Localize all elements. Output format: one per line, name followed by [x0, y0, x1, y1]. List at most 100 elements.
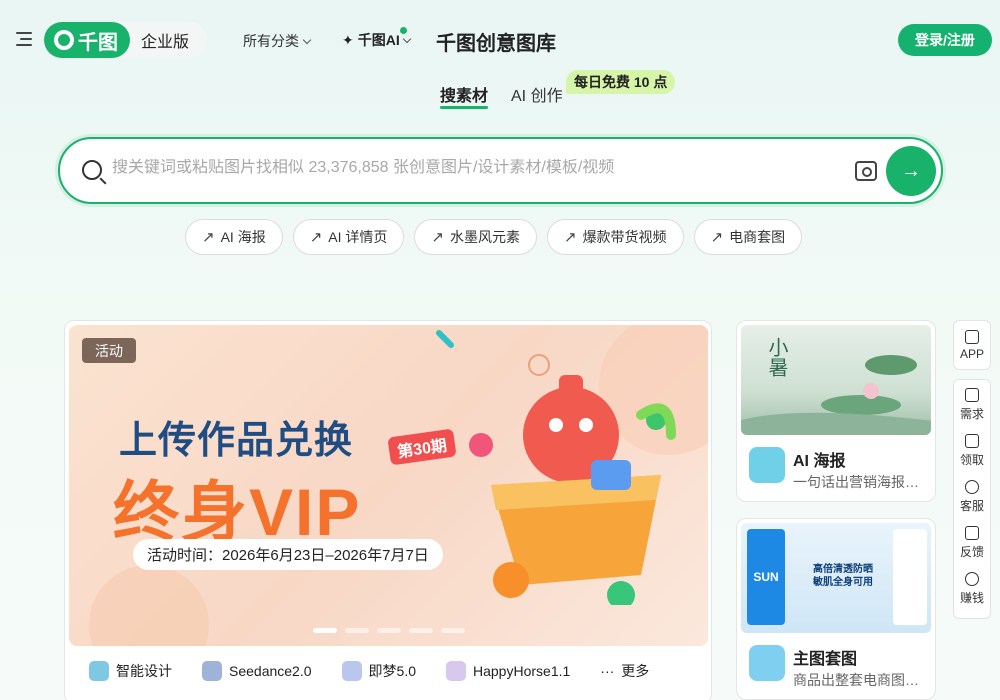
chip-ai-detail-page[interactable]: ↗ AI 详情页	[292, 219, 405, 255]
rail-app-label: APP	[959, 346, 984, 361]
carousel-dots	[313, 628, 465, 633]
tab-search-material-label: 搜素材	[440, 88, 489, 105]
brand-logo[interactable]: 千图	[44, 22, 130, 58]
arrow-up-right-icon: ↗	[202, 229, 215, 246]
search-bar[interactable]: →	[58, 137, 943, 204]
chip-ink-elements[interactable]: ↗ 水墨风元素	[414, 219, 537, 255]
thumb-sub: SUN	[747, 529, 785, 625]
promo-banner[interactable]: 活动 上传作品兑换 第30期 终身VIP 活动时间：2026年6月23日–202…	[69, 325, 708, 646]
main-image-set-icon	[749, 645, 785, 681]
right-rail: 需求 领取 客服 反馈 赚钱	[953, 379, 991, 619]
rail-item-label: 领取	[959, 453, 984, 467]
camera-icon[interactable]	[855, 161, 877, 181]
chip-ecommerce-set[interactable]: ↗ 电商套图	[693, 219, 803, 255]
search-icon	[82, 160, 102, 180]
chip-ai-poster[interactable]: ↗ AI 海报	[185, 219, 283, 255]
money-bag-icon	[964, 572, 979, 586]
chip-label: 爆款带货视频	[582, 229, 667, 245]
carousel-dot[interactable]	[441, 628, 465, 633]
chip-hot-video[interactable]: ↗ 爆款带货视频	[546, 219, 684, 255]
arrow-up-right-icon: ↗	[563, 229, 577, 246]
tool-jimeng[interactable]: 即梦5.0	[341, 661, 416, 681]
thumb-text: 高倍清透防晒 敏肌全身可用	[813, 564, 873, 588]
rail-item-feedback[interactable]: 反馈	[960, 526, 984, 572]
tool-happyhorse[interactable]: HappyHorse1.1	[446, 661, 570, 681]
sparkle-icon: ✦	[342, 31, 354, 48]
chip-label: 水墨风元素	[449, 229, 520, 245]
rail-item-label: 赚钱	[959, 591, 984, 605]
search-input[interactable]	[112, 159, 852, 177]
rail-item-demand[interactable]: 需求	[960, 388, 984, 434]
ai-poster-icon	[749, 447, 785, 483]
banner-headline-upload: 上传作品兑换	[119, 420, 354, 462]
site-title: 千图创意图库	[436, 33, 556, 55]
carousel-dot[interactable]	[377, 628, 401, 633]
hot-search-chips: ↗ AI 海报 ↗ AI 详情页 ↗ 水墨风元素 ↗ 爆款带货视频 ↗ 电商套图	[185, 219, 803, 255]
rail-app[interactable]: APP	[953, 320, 991, 370]
side-card-title: AI 海报	[793, 453, 846, 470]
chip-label: AI 详情页	[328, 229, 388, 245]
brand-logo-text: 千图	[78, 31, 118, 54]
seedance-icon	[202, 661, 222, 681]
headset-icon	[964, 480, 979, 494]
tool-label: 智能设计	[116, 663, 172, 679]
carousel-dot[interactable]	[345, 628, 369, 633]
carousel-dot[interactable]	[409, 628, 433, 633]
rail-item-label: 反馈	[959, 545, 984, 559]
happyhorse-icon	[446, 661, 466, 681]
nav-all-categories[interactable]: 所有分类	[243, 31, 312, 51]
tool-more[interactable]: ··· 更多	[600, 661, 649, 681]
arrow-up-right-icon: ↗	[710, 229, 724, 246]
carousel-dot[interactable]	[313, 628, 337, 633]
rail-item-label: 需求	[959, 407, 984, 421]
phone-icon	[965, 329, 979, 344]
banner-card: 活动 上传作品兑换 第30期 终身VIP 活动时间：2026年6月23日–202…	[64, 320, 712, 700]
feedback-icon	[964, 526, 979, 540]
tool-label: Seedance2.0	[229, 663, 312, 679]
nav-qiantu-ai-label: 千图AI	[357, 32, 400, 48]
rail-item-claim[interactable]: 领取	[960, 434, 984, 480]
tool-smart-design[interactable]: 智能设计	[89, 661, 172, 681]
side-card-info: 主图套图 商品出整套电商图，一键生成	[737, 637, 935, 691]
clipboard-icon	[964, 388, 979, 402]
product-thumb-art	[893, 529, 927, 625]
chevron-down-icon	[302, 35, 312, 44]
ellipsis-icon: ···	[600, 663, 615, 679]
side-card-main-image-set[interactable]: SUN 高倍清透防晒 敏肌全身可用 主图套图 商品出整套电商图，一键生成	[736, 518, 936, 700]
ai-tools-row: 智能设计 Seedance2.0 即梦5.0 HappyHorse1.1 ···…	[89, 661, 649, 681]
logo-mark-icon	[54, 30, 74, 50]
nav-qiantu-ai[interactable]: ✦ 千图AI	[342, 27, 411, 50]
new-dot-icon	[400, 27, 407, 34]
tool-label: HappyHorse1.1	[473, 663, 571, 679]
tool-seedance[interactable]: Seedance2.0	[202, 661, 312, 681]
jimeng-icon	[341, 661, 362, 681]
chevron-down-icon	[402, 34, 411, 43]
login-register-button[interactable]: 登录/注册	[898, 24, 992, 56]
side-card-title: 主图套图	[793, 651, 858, 668]
side-card-desc: 一句话出营销海报，秒出	[793, 474, 925, 490]
menu-icon[interactable]	[16, 32, 32, 46]
rail-item-support[interactable]: 客服	[960, 480, 984, 526]
main-image-set-thumbnail: SUN 高倍清透防晒 敏肌全身可用	[741, 523, 931, 633]
tool-label: 即梦5.0	[368, 663, 416, 679]
search-submit-button[interactable]: →	[886, 146, 936, 196]
shopping-cart-illustration	[469, 375, 676, 605]
rail-item-label: 客服	[959, 499, 984, 513]
arrow-up-right-icon: ↗	[309, 229, 323, 246]
enterprise-edition-link[interactable]: 企业版	[141, 28, 189, 52]
side-card-info: AI 海报 一句话出营销海报，秒出	[737, 439, 935, 493]
chip-label: AI 海报	[220, 229, 266, 245]
lotus-scene-art	[741, 355, 931, 435]
vip-card-icon	[964, 434, 979, 448]
smart-design-icon	[89, 661, 109, 681]
tab-active-underline	[440, 106, 489, 109]
side-card-ai-poster[interactable]: 小暑 AI 海报 一句话出营销海报，秒出	[736, 320, 936, 502]
side-card-desc: 商品出整套电商图，一键生成	[793, 672, 925, 688]
banner-dates: 活动时间：2026年6月23日–2026年7月7日	[133, 539, 443, 570]
brand-switcher[interactable]: 千图 企业版	[44, 22, 207, 58]
arrow-up-right-icon: ↗	[431, 229, 444, 246]
tab-search-material[interactable]: 搜素材	[440, 82, 489, 109]
tab-ai-create[interactable]: AI 创作	[511, 82, 563, 106]
tool-label: 更多	[621, 663, 650, 679]
rail-item-earn[interactable]: 赚钱	[960, 572, 984, 618]
